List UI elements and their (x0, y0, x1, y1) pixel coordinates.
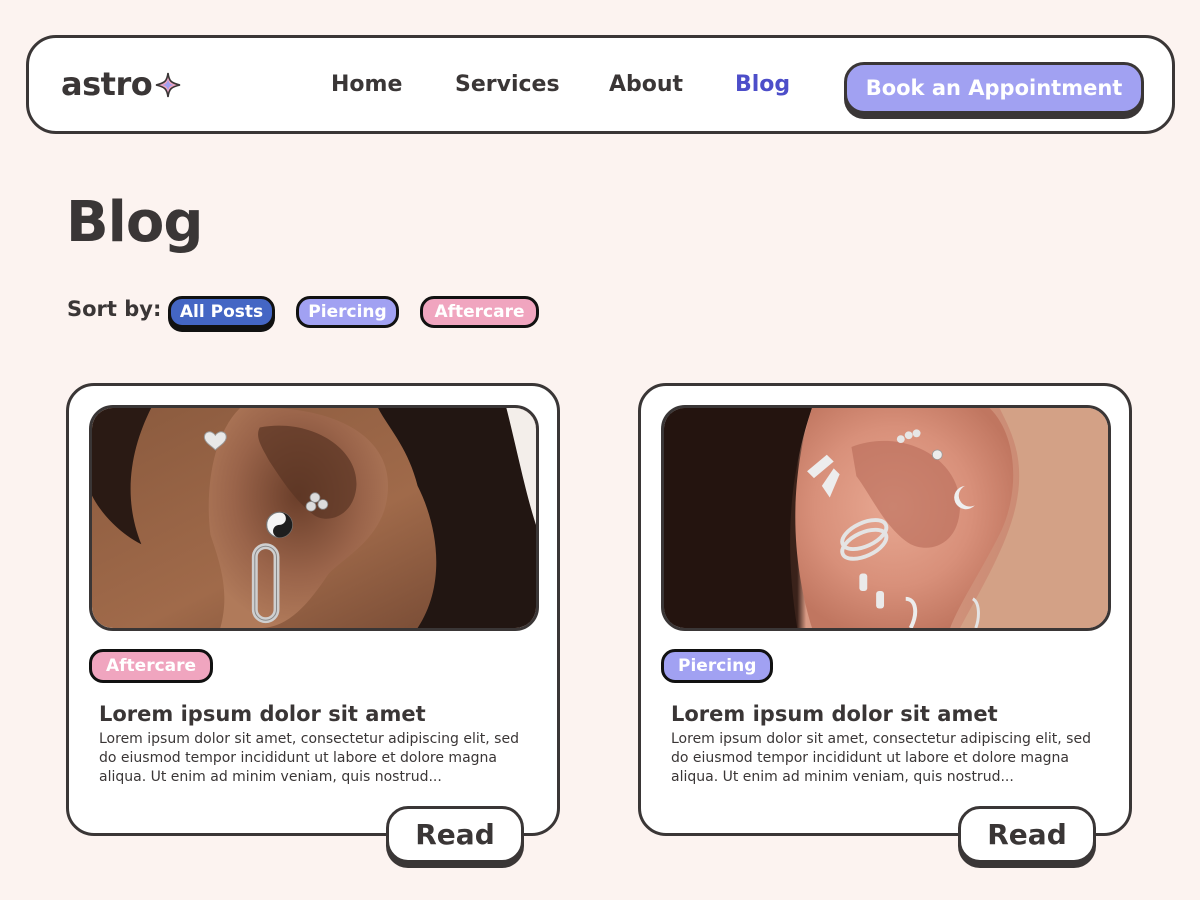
post-excerpt: Lorem ipsum dolor sit amet, consectetur … (671, 731, 1091, 785)
nav-link-services[interactable]: Services (455, 72, 560, 98)
filter-piercing[interactable]: Piercing (296, 296, 399, 328)
read-button[interactable]: Read (958, 806, 1096, 863)
nav-link-about[interactable]: About (609, 72, 683, 98)
card-image-ear-aftercare (89, 405, 539, 631)
filter-aftercare[interactable]: Aftercare (420, 296, 539, 328)
nav-link-blog[interactable]: Blog (735, 72, 790, 98)
sort-label: Sort by: (67, 297, 162, 321)
blog-card: Piercing Lorem ipsum dolor sit amet Lore… (638, 383, 1132, 863)
post-excerpt: Lorem ipsum dolor sit amet, consectetur … (99, 731, 519, 785)
top-navbar: astro Home Services About Blog Book an A… (26, 35, 1175, 134)
sparkle-star-icon (156, 72, 181, 98)
post-tag-aftercare[interactable]: Aftercare (89, 649, 214, 683)
blog-card: Aftercare Lorem ipsum dolor sit amet Lor… (66, 383, 560, 863)
page-title: Blog (66, 190, 203, 255)
nav-link-home[interactable]: Home (331, 72, 402, 98)
post-tag-piercing[interactable]: Piercing (661, 649, 774, 683)
post-title[interactable]: Lorem ipsum dolor sit amet (99, 702, 426, 726)
book-appointment-button[interactable]: Book an Appointment (844, 62, 1144, 114)
post-title[interactable]: Lorem ipsum dolor sit amet (671, 702, 998, 726)
logo[interactable]: astro (61, 68, 181, 100)
filter-all-posts[interactable]: All Posts (168, 296, 275, 328)
read-button[interactable]: Read (386, 806, 524, 863)
logo-text: astro (61, 65, 153, 103)
card-image-ear-piercing (661, 405, 1111, 631)
